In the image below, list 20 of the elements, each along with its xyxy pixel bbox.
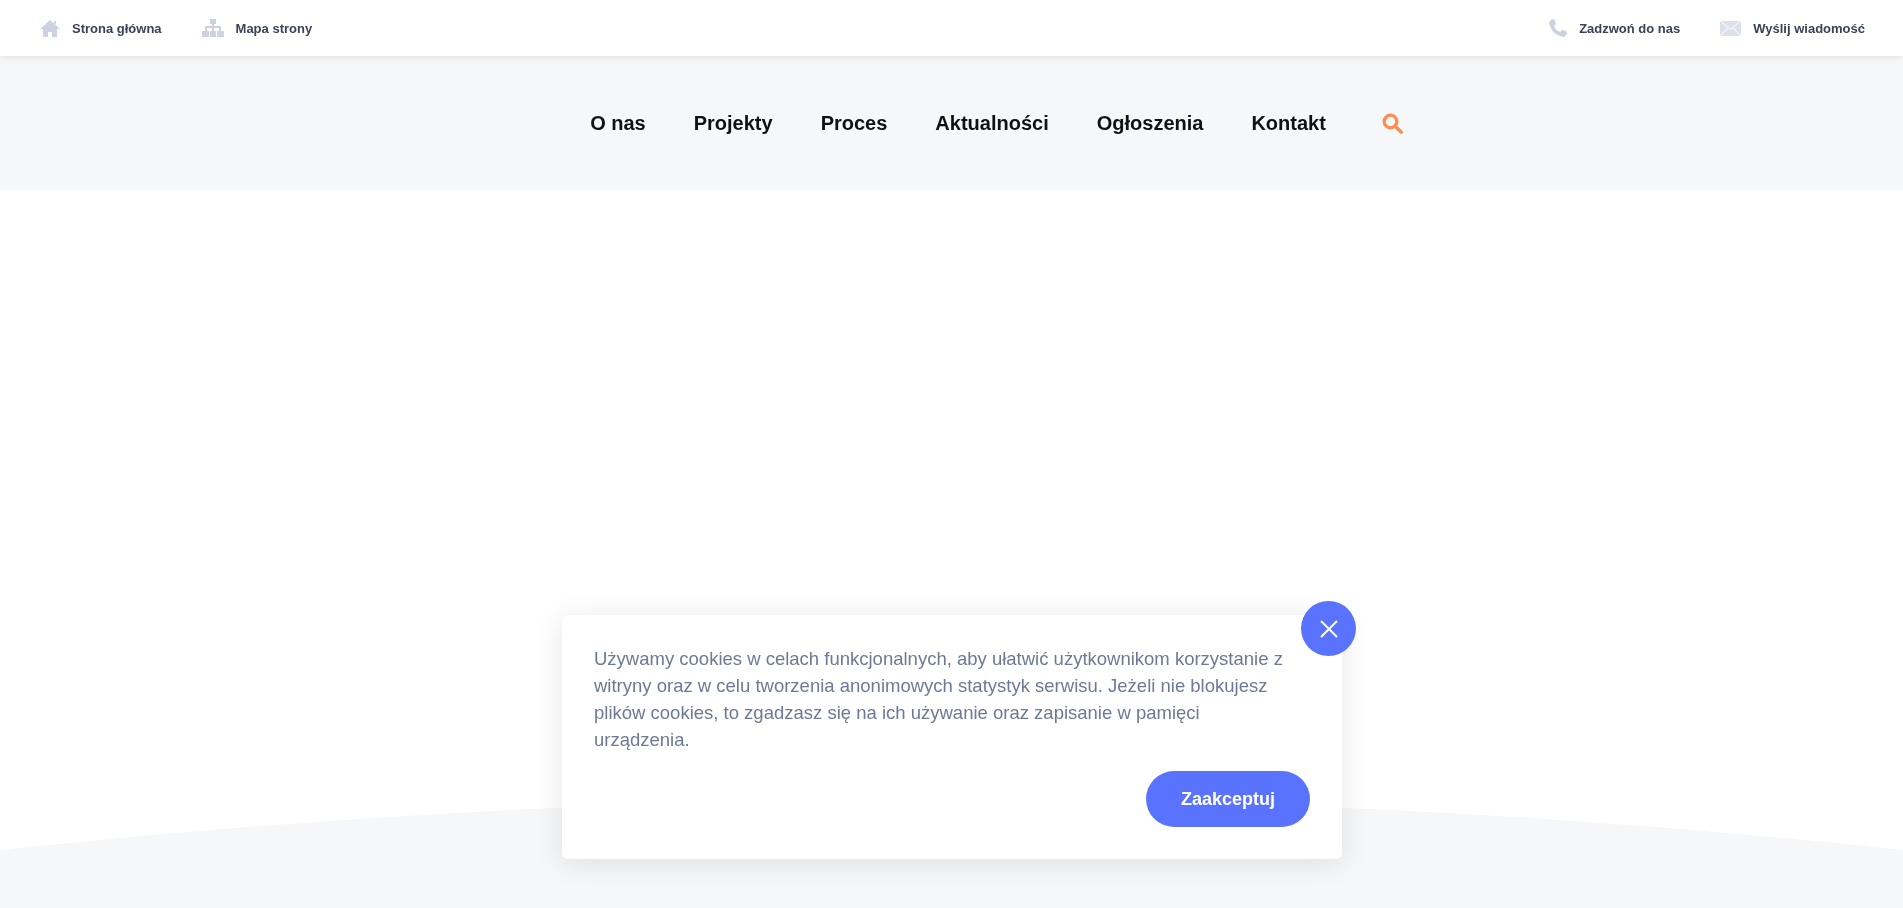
search-button[interactable] [1381, 112, 1403, 134]
nav-link[interactable]: Aktualności [935, 111, 1049, 135]
close-button[interactable] [1301, 601, 1356, 656]
top-bar-link[interactable]: Strona główna [40, 19, 162, 37]
nav-link[interactable]: O nas [590, 111, 646, 135]
search-icon [1381, 112, 1403, 134]
nav-link[interactable]: Proces [820, 111, 888, 135]
top-bar-link[interactable]: Zadzwoń do nas [1549, 19, 1681, 37]
sitemap-icon [201, 19, 224, 37]
mail-icon [1720, 20, 1742, 36]
top-bar-link[interactable]: Wyślij wiadomość [1720, 19, 1865, 37]
cookie-text: Używamy cookies w celach funkcjonalnych, aby ułatwić użytkownikom korzystanie z witryny oraz w celu tworzenia anonimowych statystyk serwisu. Jeżeli nie blokujesz plików cookies, to zgadzasz się na ich używanie oraz zapisanie w pamięci urządzenia. [594, 647, 1284, 752]
top-bar-link[interactable]: Mapa strony [201, 19, 313, 37]
close-icon [1319, 619, 1338, 638]
nav-link[interactable]: Projekty [693, 111, 773, 135]
accept-button[interactable]: Zaakceptuj [1146, 771, 1310, 827]
home-icon [40, 19, 60, 37]
nav-link[interactable]: Ogłoszenia [1096, 111, 1204, 135]
phone-icon [1549, 19, 1568, 37]
nav-link[interactable]: Kontakt [1251, 111, 1326, 135]
